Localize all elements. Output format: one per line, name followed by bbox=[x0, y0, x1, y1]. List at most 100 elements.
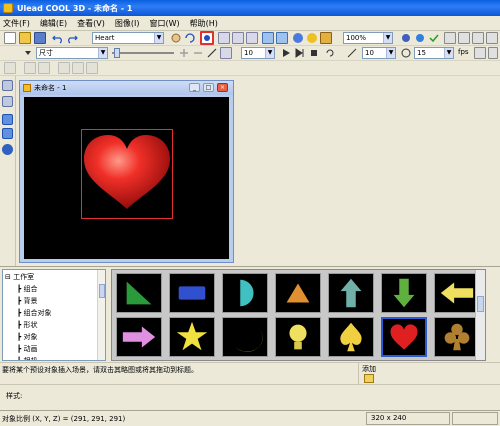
front-view-icon[interactable] bbox=[262, 32, 274, 44]
minimize-button[interactable]: _ bbox=[189, 83, 200, 92]
sphere-insert-icon[interactable] bbox=[2, 144, 13, 155]
preset-yellow-left-arrow[interactable] bbox=[434, 273, 480, 313]
chevron-down-icon[interactable]: ▼ bbox=[265, 48, 274, 58]
settings-icon[interactable] bbox=[474, 47, 486, 59]
close-button[interactable]: × bbox=[217, 83, 228, 92]
frame-field[interactable]: 10 ▼ bbox=[241, 47, 275, 59]
layer-icon[interactable] bbox=[246, 32, 258, 44]
timeline-slider[interactable] bbox=[112, 52, 174, 54]
tree-item[interactable]: ┗ 相机 bbox=[17, 356, 37, 360]
zoom-select[interactable]: 100% ▼ bbox=[343, 32, 393, 44]
preset-green-triangle[interactable] bbox=[116, 273, 162, 313]
undo-icon[interactable] bbox=[52, 32, 64, 44]
play-icon[interactable] bbox=[280, 47, 292, 59]
stop-icon[interactable] bbox=[308, 47, 320, 59]
keyframe-icon[interactable] bbox=[220, 47, 232, 59]
side-view-icon[interactable] bbox=[276, 32, 288, 44]
tree-scroll-thumb[interactable] bbox=[99, 284, 105, 298]
hand-icon[interactable] bbox=[170, 32, 182, 44]
align-icon[interactable] bbox=[218, 32, 230, 44]
align-center-icon[interactable] bbox=[72, 62, 84, 74]
object-insert-icon[interactable] bbox=[2, 128, 13, 139]
loop-icon[interactable] bbox=[324, 47, 336, 59]
tree-item[interactable]: ┣ 对象 bbox=[17, 332, 37, 343]
sphere-icon[interactable] bbox=[292, 32, 304, 44]
tree-item[interactable]: ┣ 背景 bbox=[17, 296, 37, 307]
size-tool-icon[interactable] bbox=[200, 31, 214, 45]
scale-field[interactable]: 10 ▼ bbox=[362, 47, 396, 59]
timeline-slider-thumb[interactable] bbox=[114, 48, 120, 58]
status-size: 320 x 240 bbox=[366, 412, 450, 425]
export2-icon[interactable] bbox=[458, 32, 470, 44]
chevron-down-icon[interactable]: ▼ bbox=[383, 33, 392, 43]
preset-red-heart[interactable] bbox=[381, 317, 427, 357]
menu-image[interactable]: 图像(I) bbox=[115, 18, 140, 29]
render-icon[interactable] bbox=[400, 32, 412, 44]
preset-yellow-bulb[interactable] bbox=[275, 317, 321, 357]
menu-help[interactable]: 帮助(H) bbox=[190, 18, 218, 29]
preset-brown-club[interactable] bbox=[434, 317, 480, 357]
preset-pink-right-arrow[interactable] bbox=[116, 317, 162, 357]
redo-icon[interactable] bbox=[66, 32, 78, 44]
text-insert-icon[interactable] bbox=[2, 96, 13, 107]
scene-canvas[interactable] bbox=[24, 97, 229, 259]
preset-cyan-half-circle[interactable] bbox=[222, 273, 268, 313]
size-select[interactable]: 尺寸 ▼ bbox=[36, 47, 108, 59]
arrow-icon[interactable] bbox=[206, 47, 218, 59]
export4-icon[interactable] bbox=[486, 32, 498, 44]
object-select[interactable]: Heart ▼ bbox=[92, 32, 164, 44]
tree-scrollbar[interactable] bbox=[97, 270, 105, 360]
speed-icon[interactable] bbox=[400, 47, 412, 59]
align-left-icon[interactable] bbox=[58, 62, 70, 74]
preset-teal-up-arrow[interactable] bbox=[328, 273, 374, 313]
next-frame-icon[interactable] bbox=[294, 47, 306, 59]
open-folder-icon[interactable] bbox=[19, 32, 31, 44]
preset-green-down-arrow[interactable] bbox=[381, 273, 427, 313]
new-file-icon[interactable] bbox=[4, 32, 16, 44]
preset-yellow-star[interactable] bbox=[169, 317, 215, 357]
scale-icon[interactable] bbox=[346, 47, 358, 59]
chevron-down-icon[interactable]: ▼ bbox=[444, 48, 453, 58]
maximize-button[interactable]: □ bbox=[203, 83, 214, 92]
tree-item[interactable]: ┣ 动画 bbox=[17, 344, 37, 355]
grid-icon[interactable] bbox=[232, 32, 244, 44]
check-icon[interactable] bbox=[428, 32, 440, 44]
plus-icon[interactable] bbox=[178, 47, 190, 59]
chevron-down-icon[interactable]: ▼ bbox=[98, 48, 107, 58]
misc-icon[interactable] bbox=[488, 47, 498, 59]
align-right-icon[interactable] bbox=[86, 62, 98, 74]
text-tool-icon[interactable] bbox=[4, 62, 16, 74]
preset-yellow-spade[interactable] bbox=[328, 317, 374, 357]
tree-item[interactable]: ┣ 组合对象 bbox=[17, 308, 51, 319]
select-tool-icon[interactable] bbox=[2, 80, 13, 91]
gallery-scrollbar[interactable] bbox=[475, 270, 485, 360]
texture-icon[interactable] bbox=[320, 32, 332, 44]
preset-blue-rectangle[interactable] bbox=[169, 273, 215, 313]
rotate-icon[interactable] bbox=[184, 32, 196, 44]
chevron-down-icon[interactable]: ▼ bbox=[386, 48, 395, 58]
light-icon[interactable] bbox=[414, 32, 426, 44]
gallery-scroll-thumb[interactable] bbox=[477, 296, 484, 312]
tree-item[interactable]: ┣ 组合 bbox=[17, 284, 37, 295]
italic-icon[interactable] bbox=[38, 62, 50, 74]
tree-item[interactable]: ⊟ 工作室 bbox=[5, 272, 34, 283]
minus-icon[interactable] bbox=[192, 47, 204, 59]
globe-icon[interactable] bbox=[306, 32, 318, 44]
preset-orange-triangle[interactable] bbox=[275, 273, 321, 313]
shape-insert-icon[interactable] bbox=[2, 114, 13, 125]
fps-field[interactable]: 15 ▼ bbox=[414, 47, 454, 59]
menu-edit[interactable]: 编辑(E) bbox=[40, 18, 67, 29]
menu-window[interactable]: 窗口(W) bbox=[149, 18, 179, 29]
dropdown-arrow-icon[interactable] bbox=[22, 47, 34, 59]
tree-item[interactable]: ┣ 形状 bbox=[17, 320, 37, 331]
menu-view[interactable]: 查看(V) bbox=[77, 18, 105, 29]
bold-icon[interactable] bbox=[24, 62, 36, 74]
menu-file[interactable]: 文件(F) bbox=[3, 18, 30, 29]
chevron-down-icon[interactable]: ▼ bbox=[154, 33, 163, 43]
export3-icon[interactable] bbox=[472, 32, 484, 44]
add-button[interactable]: 添加 bbox=[358, 363, 384, 385]
frame-field-value: 10 bbox=[244, 49, 253, 57]
export-icon[interactable] bbox=[444, 32, 456, 44]
save-icon[interactable] bbox=[34, 32, 46, 44]
preset-yellow-crescent[interactable] bbox=[222, 317, 268, 357]
